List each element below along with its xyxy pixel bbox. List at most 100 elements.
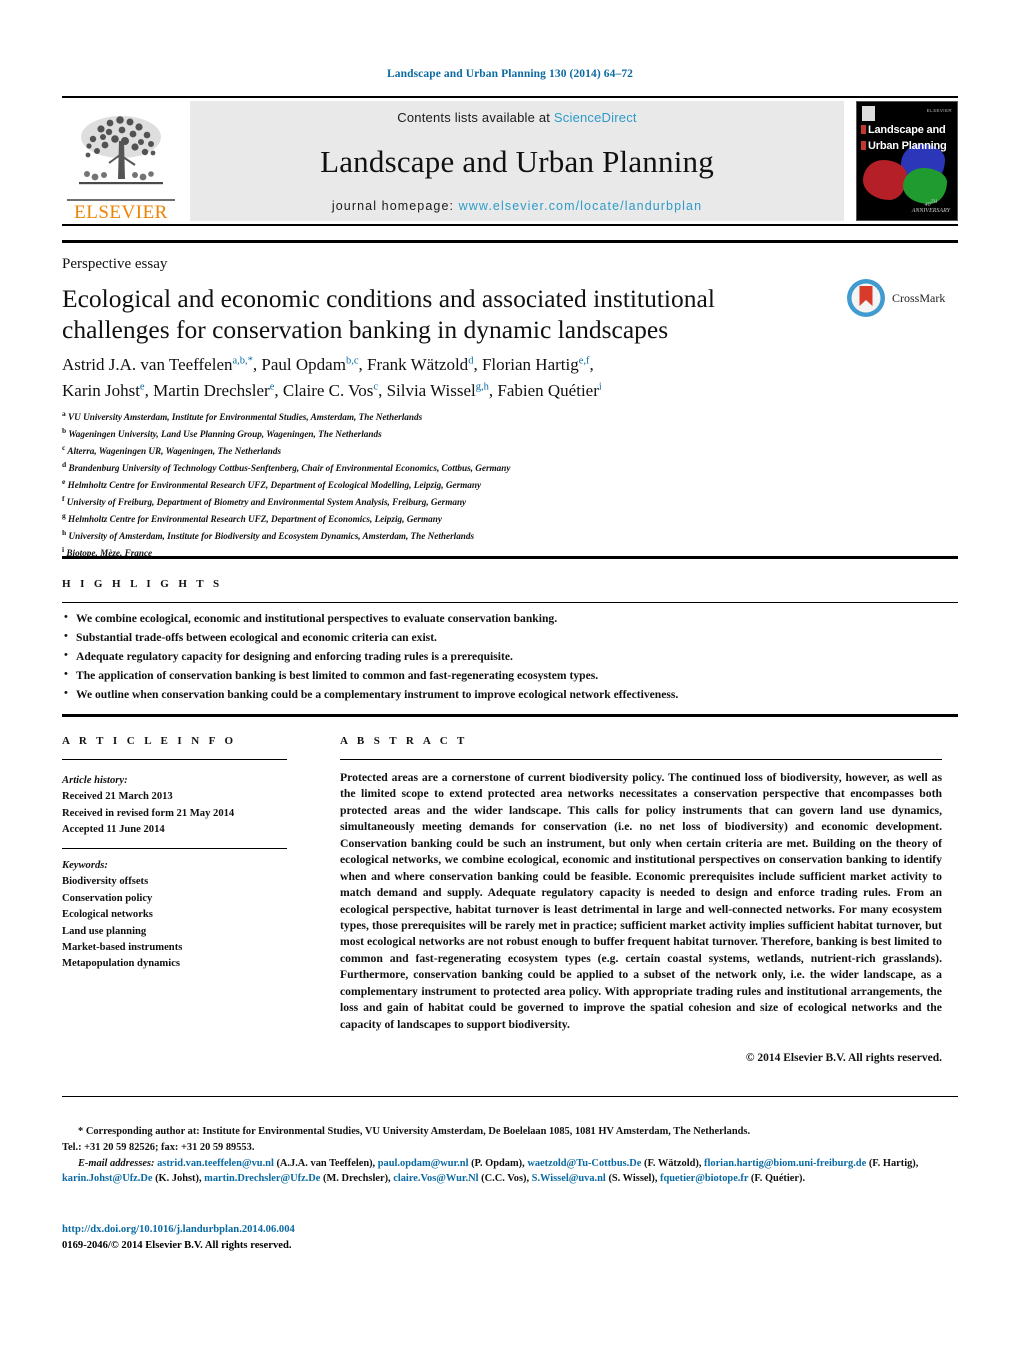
- footnotes-block: * Corresponding author at: Institute for…: [62, 1124, 958, 1187]
- email-link[interactable]: martin.Drechsler@Ufz.De: [204, 1173, 320, 1184]
- sciencedirect-link[interactable]: ScienceDirect: [554, 110, 637, 125]
- corresponding-author-note: * Corresponding author at: Institute for…: [62, 1124, 958, 1140]
- masthead-bottom-rule: [62, 240, 958, 243]
- author-entry: Martin Drechslere,: [153, 380, 283, 400]
- email-person: (A.J.A. van Teeffelen),: [276, 1157, 376, 1169]
- keyword-item: Land use planning: [62, 925, 147, 937]
- keyword-item: Metapopulation dynamics: [62, 958, 181, 970]
- highlights-heading: H I G H L I G H T S: [62, 578, 223, 590]
- email-addresses-note: E-mail addresses: astrid.van.teeffelen@v…: [62, 1156, 958, 1188]
- affiliation-list: a VU University Amsterdam, Institute for…: [62, 408, 852, 561]
- email-link[interactable]: karin.Johst@Ufz.De: [62, 1173, 152, 1184]
- tel-fax-note: Tel.: +31 20 59 82526; fax: +31 20 59 89…: [62, 1141, 255, 1153]
- author-affil-marker: e: [139, 380, 145, 392]
- affiliation-item: e Helmholtz Centre for Environmental Res…: [62, 476, 482, 490]
- list-item: Adequate regulatory capacity for designi…: [62, 647, 942, 667]
- journal-title: Landscape and Urban Planning: [320, 144, 714, 179]
- author-affil-marker: e,f: [578, 355, 590, 367]
- page-title: Ecological and economic conditions and a…: [62, 284, 715, 345]
- elsevier-tree-icon: [79, 116, 163, 185]
- article-info-heading: A R T I C L E I N F O: [62, 735, 237, 747]
- cover-elsevier-icon: [862, 106, 875, 121]
- cover-top-text: ELSEVIER: [926, 108, 952, 113]
- highlights-list: We combine ecological, economic and inst…: [62, 609, 942, 705]
- author-entry: Silvia Wisselg,h,: [386, 380, 498, 400]
- journal-homepage-link[interactable]: www.elsevier.com/locate/landurbplan: [459, 199, 702, 213]
- list-item: The application of conservation banking …: [62, 666, 942, 686]
- info-top-rule: [62, 714, 958, 717]
- affiliation-item: g Helmholtz Centre for Environmental Res…: [62, 510, 442, 524]
- issn-copyright-line: 0169-2046/© 2014 Elsevier B.V. All right…: [62, 1239, 292, 1251]
- keyword-item: Conservation policy: [62, 892, 153, 904]
- keywords-block: Keywords: Biodiversity offsets Conservat…: [62, 858, 302, 973]
- author-affil-marker: g,h: [475, 380, 489, 392]
- email-person: (P. Opdam),: [471, 1157, 525, 1169]
- cover-anniversary: 40TH ANNIVERSARY: [911, 199, 950, 215]
- doi-block: http://dx.doi.org/10.1016/j.landurbplan.…: [62, 1222, 562, 1254]
- list-item: Substantial trade-offs between ecologica…: [62, 628, 942, 648]
- crossmark-icon: [847, 279, 885, 317]
- journal-cover-thumbnail: ELSEVIER Landscape and Urban Planning 40…: [856, 101, 958, 221]
- author-list: Astrid J.A. van Teeffelena,b,*, Paul Opd…: [62, 352, 822, 403]
- author-entry: Claire C. Vosc,: [282, 380, 387, 400]
- article-type: Perspective essay: [62, 256, 168, 272]
- affiliation-item: d Brandenburg University of Technology C…: [62, 459, 511, 473]
- keyword-item: Biodiversity offsets: [62, 876, 149, 888]
- affiliation-item: f University of Freiburg, Department of …: [62, 493, 467, 507]
- email-link[interactable]: S.Wissel@uva.nl: [532, 1173, 606, 1184]
- history-accepted: Accepted 11 June 2014: [62, 824, 165, 836]
- email-link[interactable]: fquetier@biotope.fr: [660, 1173, 748, 1184]
- email-person: (F. Wätzold),: [643, 1157, 702, 1169]
- keyword-item: Ecological networks: [62, 909, 153, 921]
- keywords-heading: Keywords:: [62, 860, 108, 871]
- cover-blob-red: [863, 160, 907, 200]
- history-received: Received 21 March 2013: [62, 791, 173, 803]
- author-affil-marker: b,c: [345, 355, 359, 367]
- keyword-item: Market-based instruments: [62, 942, 183, 954]
- author-entry: Paul Opdamb,c,: [261, 355, 367, 374]
- author-entry: Karin Johste,: [62, 380, 154, 400]
- list-item: We outline when conservation banking cou…: [62, 685, 942, 705]
- history-revised: Received in revised form 21 May 2014: [62, 807, 235, 819]
- author-affil-marker: e: [269, 380, 275, 392]
- cover-title-line1: Landscape and: [861, 124, 946, 136]
- corresponding-author-text: Corresponding author at: Institute for E…: [85, 1126, 751, 1137]
- list-item: We combine ecological, economic and inst…: [62, 609, 942, 629]
- email-person: (M. Drechsler),: [323, 1173, 391, 1185]
- abstract-text: Protected areas are a cornerstone of cur…: [340, 771, 942, 1031]
- homepage-prefix: journal homepage:: [331, 199, 459, 213]
- journal-article-first-page: Landscape and Urban Planning 130 (2014) …: [0, 0, 1020, 1351]
- running-head: Landscape and Urban Planning 130 (2014) …: [386, 68, 634, 80]
- crossmark-badge[interactable]: CrossMark: [846, 278, 958, 318]
- doi-link[interactable]: http://dx.doi.org/10.1016/j.landurbplan.…: [62, 1222, 562, 1238]
- email-label: E-mail addresses:: [78, 1157, 155, 1169]
- author-affil-marker: i: [598, 380, 602, 392]
- cover-blob-green: [903, 168, 947, 204]
- email-link[interactable]: florian.hartig@biom.uni-freiburg.de: [704, 1158, 866, 1169]
- affiliation-item: b Wageningen University, Land Use Planni…: [62, 425, 382, 440]
- author-affil-marker: d: [468, 355, 474, 367]
- email-link[interactable]: waetzold@Tu-Cottbus.De: [527, 1158, 641, 1169]
- corresponding-star: *: [78, 1126, 84, 1137]
- article-info-divider: [62, 759, 287, 760]
- email-link[interactable]: astrid.van.teeffelen@vu.nl: [157, 1158, 274, 1169]
- keywords-divider: [62, 848, 287, 849]
- email-person: (S. Wissel),: [608, 1173, 658, 1185]
- affiliation-item: c Alterra, Wageningen UR, Wageningen, Th…: [62, 442, 282, 456]
- email-link[interactable]: claire.Vos@Wur.Nl: [393, 1173, 478, 1184]
- email-person: (F. Quétier).: [750, 1173, 806, 1185]
- abstract-copyright: © 2014 Elsevier B.V. All rights reserved…: [745, 1052, 942, 1064]
- journal-masthead: ELSEVIER Contents lists available at Sci…: [62, 96, 958, 226]
- author-entry: Frank Wätzoldd,: [367, 355, 482, 374]
- abstract-heading: A B S T R A C T: [340, 735, 468, 747]
- journal-band: Contents lists available at ScienceDirec…: [190, 101, 844, 221]
- affiliation-item: h University of Amsterdam, Institute for…: [62, 527, 475, 541]
- contents-prefix: Contents lists available at: [397, 110, 554, 125]
- author-entry: Astrid J.A. van Teeffelena,b,*,: [62, 355, 262, 374]
- elsevier-logo: ELSEVIER: [62, 98, 180, 224]
- email-person: (C.C. Vos),: [481, 1173, 530, 1185]
- article-history-heading: Article history:: [62, 775, 128, 786]
- crossmark-label: CrossMark: [892, 290, 946, 305]
- contents-lists-line: Contents lists available at ScienceDirec…: [397, 110, 636, 125]
- email-link[interactable]: paul.opdam@wur.nl: [378, 1158, 469, 1169]
